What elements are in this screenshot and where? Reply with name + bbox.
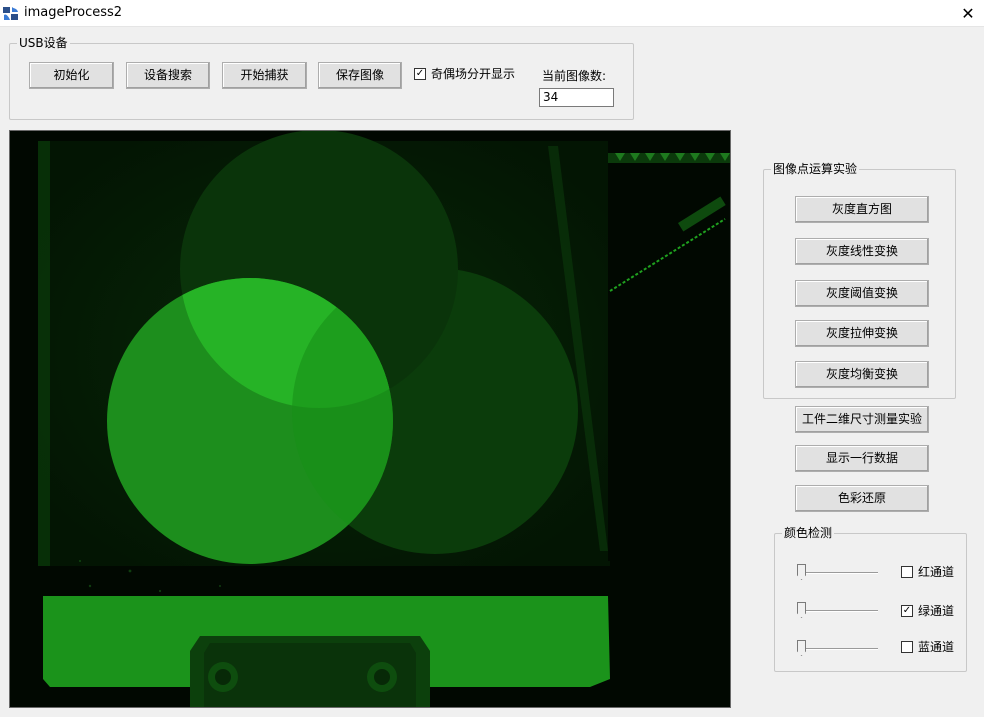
blue-channel-label: 蓝通道	[918, 640, 955, 654]
threshold-transform-button[interactable]: 灰度阈值变换	[795, 280, 929, 307]
save-image-button[interactable]: 保存图像	[318, 62, 402, 89]
checkbox-icon[interactable]: ✓	[414, 68, 426, 80]
slider-thumb[interactable]	[797, 564, 806, 580]
ruler-marks	[608, 153, 730, 163]
green-channel-slider[interactable]	[796, 600, 882, 620]
green-channel-checkbox[interactable]: ✓ 绿通道	[901, 604, 961, 620]
image-display	[9, 130, 731, 708]
slider-track	[800, 648, 878, 650]
slider-track	[800, 610, 878, 612]
measure-button[interactable]: 工件二维尺寸测量实验	[795, 406, 929, 433]
app-icon	[2, 5, 19, 22]
checkbox-icon[interactable]	[901, 641, 913, 653]
field-split-label: 奇偶场分开显示	[431, 67, 516, 81]
checkbox-icon[interactable]	[901, 566, 913, 578]
equalize-transform-button[interactable]: 灰度均衡变换	[795, 361, 929, 388]
red-channel-checkbox[interactable]: 红通道	[901, 565, 961, 581]
usb-group-label: USB设备	[17, 36, 70, 50]
red-channel-slider[interactable]	[796, 562, 882, 582]
start-capture-button[interactable]: 开始捕获	[222, 62, 307, 89]
image-count-field[interactable]: 34	[539, 88, 614, 107]
green-channel-label: 绿通道	[918, 604, 955, 618]
checkbox-icon[interactable]: ✓	[901, 605, 913, 617]
slider-track	[800, 572, 878, 574]
linear-transform-button[interactable]: 灰度线性变换	[795, 238, 929, 265]
image-count-label: 当前图像数:	[542, 69, 607, 83]
blue-channel-checkbox[interactable]: 蓝通道	[901, 640, 961, 656]
device-search-button[interactable]: 设备搜索	[126, 62, 210, 89]
init-button[interactable]: 初始化	[29, 62, 114, 89]
show-row-data-button[interactable]: 显示一行数据	[795, 445, 929, 472]
point-ops-group-label: 图像点运算实验	[771, 162, 860, 176]
color-restore-button[interactable]: 色彩还原	[795, 485, 929, 512]
slider-thumb[interactable]	[797, 602, 806, 618]
captured-image	[10, 131, 730, 707]
blue-channel-slider[interactable]	[796, 638, 882, 658]
window-title: imageProcess2	[24, 5, 123, 20]
histogram-button[interactable]: 灰度直方图	[795, 196, 929, 223]
close-button[interactable]: ✕	[952, 0, 984, 27]
slider-thumb[interactable]	[797, 640, 806, 656]
title-bar: imageProcess2 ✕	[0, 0, 984, 27]
color-detect-group-label: 颜色检测	[782, 526, 835, 540]
stretch-transform-button[interactable]: 灰度拉伸变换	[795, 320, 929, 347]
red-channel-label: 红通道	[918, 565, 955, 579]
field-split-checkbox[interactable]: ✓ 奇偶场分开显示	[414, 67, 524, 83]
